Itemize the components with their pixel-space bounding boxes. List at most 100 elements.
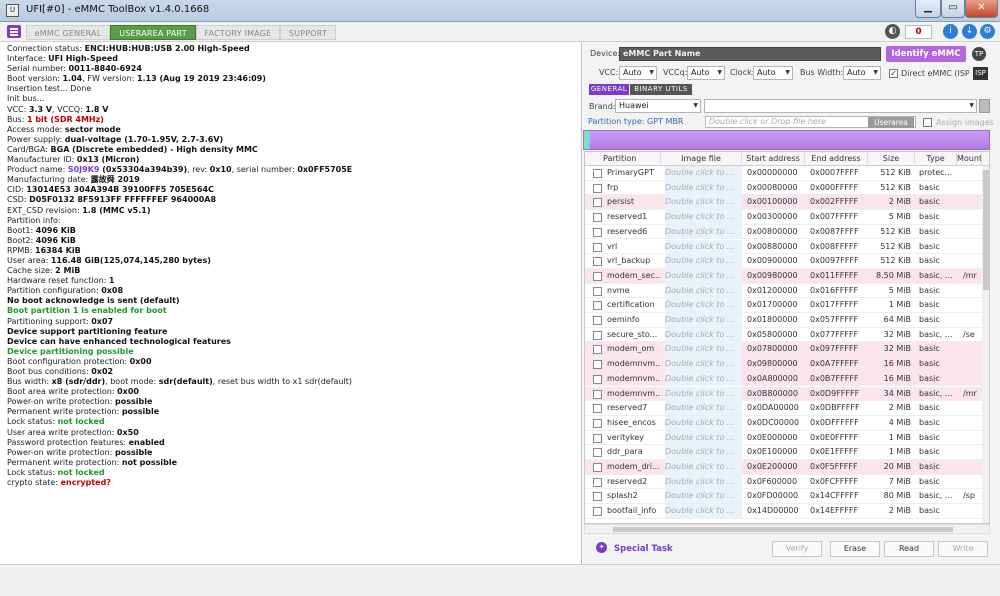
- table-row[interactable]: splash2 Double click to ... 0x0FD00000 0x14…: [585, 489, 989, 505]
- vccq-select[interactable]: Auto: [687, 66, 725, 80]
- close-button[interactable]: ✕: [965, 0, 998, 18]
- image-file-cell[interactable]: Double click to ...: [665, 474, 742, 489]
- userarea-button[interactable]: Userarea: [868, 117, 914, 128]
- row-checkbox[interactable]: [593, 257, 602, 267]
- brand-select[interactable]: Huawei: [615, 99, 701, 113]
- speaker-icon[interactable]: ◐: [885, 24, 900, 39]
- table-row[interactable]: modem_sec... Double click to ... 0x0098000…: [585, 268, 989, 284]
- row-checkbox[interactable]: [593, 463, 602, 472]
- tab-emmc-general[interactable]: eMMC GENERAL: [26, 25, 110, 40]
- image-file-cell[interactable]: Double click to ...: [665, 357, 742, 372]
- image-file-cell[interactable]: Double click to ...: [665, 210, 742, 225]
- table-row[interactable]: modemnvm... Double click to ... 0x0A800000…: [585, 371, 989, 387]
- row-checkbox[interactable]: [593, 492, 602, 502]
- row-checkbox[interactable]: [593, 404, 602, 414]
- row-checkbox[interactable]: [593, 198, 602, 208]
- assign-images-checkbox[interactable]: [923, 118, 932, 127]
- vertical-scrollbar[interactable]: [982, 166, 989, 523]
- row-checkbox[interactable]: [593, 169, 602, 178]
- tab-support[interactable]: SUPPORT: [280, 25, 336, 40]
- table-row[interactable]: veritykey Double click to ... 0x0E000000 0x…: [585, 430, 989, 446]
- row-checkbox[interactable]: [593, 271, 602, 281]
- row-checkbox[interactable]: [593, 183, 602, 193]
- model-options-button[interactable]: [979, 99, 990, 113]
- row-checkbox[interactable]: [593, 227, 602, 237]
- table-row[interactable]: frp Double click to ... 0x00080000 0x000FFF…: [585, 180, 989, 196]
- col-end-address[interactable]: End address: [805, 152, 868, 166]
- image-file-cell[interactable]: Double click to ...: [665, 386, 742, 401]
- table-row[interactable]: modemnvm... Double click to ... 0x0B800000…: [585, 386, 989, 402]
- row-checkbox[interactable]: [593, 418, 602, 428]
- write-button[interactable]: Write: [938, 541, 988, 557]
- table-row[interactable]: oeminfo Double click to ... 0x01800000 0x05…: [585, 313, 989, 328]
- table-row[interactable]: nvme Double click to ... 0x01200000 0x016FF…: [585, 283, 989, 299]
- isp-button[interactable]: ISP: [973, 67, 988, 80]
- download-icon[interactable]: ↓: [962, 24, 977, 39]
- table-row[interactable]: bootfail_info Double click to ... 0x14D000…: [585, 504, 989, 519]
- col-type[interactable]: Type: [915, 152, 957, 166]
- image-file-cell[interactable]: Double click to ...: [665, 489, 742, 504]
- row-checkbox[interactable]: [593, 330, 602, 340]
- table-row[interactable]: reserved7 Double click to ... 0x0DA00000 0x…: [585, 401, 989, 416]
- image-file-cell[interactable]: Double click to ...: [665, 415, 742, 430]
- tab-factory-image[interactable]: FACTORY IMAGE: [196, 25, 280, 40]
- row-checkbox[interactable]: [593, 389, 602, 399]
- table-row[interactable]: vrl Double click to ... 0x00880000 0x008FFF…: [585, 239, 989, 255]
- table-row[interactable]: certification Double click to ... 0x017000…: [585, 298, 989, 313]
- vcc-select[interactable]: Auto: [619, 66, 657, 80]
- minimize-button[interactable]: ▁: [915, 0, 941, 18]
- tab-general[interactable]: GENERAL: [589, 84, 629, 95]
- image-file-cell[interactable]: Double click to ...: [665, 342, 742, 357]
- image-file-cell[interactable]: Double click to ...: [665, 430, 742, 445]
- table-row[interactable]: reserved2 Double click to ... 0x0F600000 0x…: [585, 474, 989, 490]
- special-task-icon[interactable]: ✦: [596, 542, 607, 553]
- image-file-cell[interactable]: Double click to ...: [665, 180, 742, 195]
- table-row[interactable]: PrimaryGPT Double click to ... 0x00000000 0…: [585, 166, 989, 181]
- row-checkbox[interactable]: [593, 301, 602, 311]
- image-file-cell[interactable]: Double click to ...: [665, 239, 742, 254]
- row-checkbox[interactable]: [593, 213, 602, 223]
- erase-button[interactable]: Erase: [830, 541, 880, 557]
- image-file-cell[interactable]: Double click to ...: [665, 283, 742, 298]
- tab-userarea-part[interactable]: USERAREA PART: [110, 25, 196, 40]
- read-button[interactable]: Read: [884, 541, 934, 557]
- verify-button[interactable]: Verify: [772, 541, 822, 557]
- table-row[interactable]: ddr_para Double click to ... 0x0E100000 0x0…: [585, 445, 989, 460]
- horizontal-scrollbar[interactable]: [584, 524, 990, 534]
- col-partition[interactable]: Partition: [585, 152, 661, 166]
- image-file-cell[interactable]: Double click to ...: [665, 268, 742, 283]
- row-checkbox[interactable]: [593, 316, 602, 325]
- image-file-cell[interactable]: Double click to ...: [665, 371, 742, 386]
- buswidth-select[interactable]: Auto: [843, 66, 881, 80]
- identify-emmc-button[interactable]: Identify eMMC: [886, 46, 966, 62]
- col-mount[interactable]: Mount p: [957, 152, 982, 166]
- device-field[interactable]: eMMC Part Name: [619, 47, 881, 61]
- row-checkbox[interactable]: [593, 507, 602, 517]
- table-row[interactable]: vrl_backup Double click to ... 0x00900000 0…: [585, 254, 989, 269]
- row-checkbox[interactable]: [593, 360, 602, 370]
- image-file-cell[interactable]: Double click to ...: [665, 224, 742, 239]
- row-checkbox[interactable]: [593, 286, 602, 296]
- table-row[interactable]: secure_sto... Double click to ... 0x058000…: [585, 327, 989, 343]
- special-task-button[interactable]: Special Task: [614, 544, 673, 554]
- col-size[interactable]: Size: [868, 152, 915, 166]
- model-select[interactable]: [704, 99, 977, 113]
- info-icon[interactable]: i: [943, 24, 958, 39]
- row-checkbox[interactable]: [593, 448, 602, 458]
- col-image-file[interactable]: Image file: [661, 152, 742, 166]
- image-file-cell[interactable]: Double click to ...: [665, 254, 742, 269]
- clock-select[interactable]: Auto: [753, 66, 793, 80]
- row-checkbox[interactable]: [593, 242, 602, 252]
- table-row[interactable]: hisee_encos Double click to ... 0x0DC00000…: [585, 415, 989, 431]
- tp-button[interactable]: TP: [972, 47, 986, 61]
- image-file-cell[interactable]: Double click to ...: [665, 298, 742, 313]
- table-row[interactable]: modem_dri... Double click to ... 0x0E20000…: [585, 460, 989, 475]
- menu-icon[interactable]: [7, 25, 21, 38]
- tab-binary-utils[interactable]: BINARY UTILS: [630, 84, 692, 95]
- row-checkbox[interactable]: [593, 345, 602, 355]
- table-row[interactable]: persist Double click to ... 0x00100000 0x00…: [585, 195, 989, 211]
- row-checkbox[interactable]: [593, 477, 602, 487]
- col-start-address[interactable]: Start address: [742, 152, 805, 166]
- row-checkbox[interactable]: [593, 374, 602, 384]
- image-file-cell[interactable]: Double click to ...: [665, 460, 742, 474]
